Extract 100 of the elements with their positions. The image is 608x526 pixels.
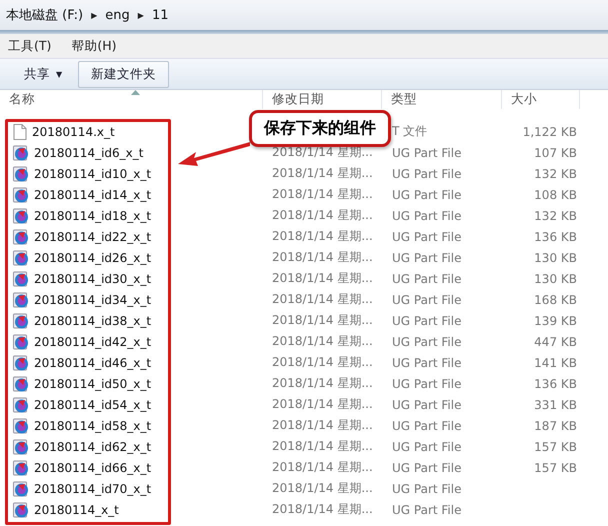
new-folder-button[interactable]: 新建文件夹 bbox=[78, 60, 170, 88]
modified-date: 2018/1/14 星期... bbox=[272, 270, 374, 287]
column-header[interactable]: 名称 bbox=[0, 90, 263, 109]
file-name[interactable]: 20180114_id6_x_t bbox=[34, 146, 144, 160]
callout-label: 保存下来的组件 bbox=[249, 110, 391, 147]
file-size: 136 KB bbox=[533, 230, 577, 244]
file-size: 136 KB bbox=[533, 376, 577, 390]
part-file-icon bbox=[13, 166, 29, 182]
part-file-icon bbox=[13, 480, 29, 496]
file-size: 130 KB bbox=[533, 250, 577, 264]
file-name[interactable]: 20180114_id50_x_t bbox=[34, 376, 152, 390]
modified-date: 2018/1/14 星期... bbox=[272, 480, 374, 497]
breadcrumb[interactable]: eng bbox=[105, 8, 130, 22]
file-type: UG Part File bbox=[392, 356, 462, 370]
file-name[interactable]: 20180114_id18_x_t bbox=[34, 208, 152, 222]
file-size: 447 KB bbox=[533, 334, 577, 348]
file-size: 187 KB bbox=[533, 418, 577, 432]
file-size: 130 KB bbox=[533, 272, 577, 286]
file-type: UG Part File bbox=[392, 398, 462, 412]
modified-date: 2018/1/14 星期... bbox=[272, 438, 374, 455]
file-type: UG Part File bbox=[392, 230, 462, 244]
file-name[interactable]: 20180114.x_t bbox=[32, 124, 115, 138]
file-type: T 文件 bbox=[392, 123, 428, 140]
breadcrumb[interactable]: 本地磁盘 (F:) bbox=[6, 6, 84, 24]
modified-date: 2018/1/14 星期... bbox=[272, 228, 374, 245]
menu-item[interactable]: 帮助(H) bbox=[71, 38, 117, 54]
part-file-icon bbox=[13, 354, 29, 370]
modified-date: 2018/1/14 星期... bbox=[272, 501, 374, 518]
file-name[interactable]: 20180114_id14_x_t bbox=[34, 188, 152, 202]
file-name[interactable]: 20180114_id70_x_t bbox=[34, 482, 152, 496]
part-file-icon bbox=[13, 460, 29, 476]
modified-date: 2018/1/14 星期... bbox=[272, 312, 374, 329]
file-name[interactable]: 20180114_id30_x_t bbox=[34, 272, 152, 286]
file-name[interactable]: 20180114_id58_x_t bbox=[34, 418, 152, 432]
file-name[interactable]: 20180114_id26_x_t bbox=[34, 250, 152, 264]
part-file-icon bbox=[13, 396, 29, 412]
file-name[interactable]: 20180114_id34_x_t bbox=[34, 292, 152, 306]
file-type: UG Part File bbox=[392, 334, 462, 348]
caret-icon: ▼ bbox=[56, 70, 62, 78]
file-type: UG Part File bbox=[392, 292, 462, 306]
file-name[interactable]: 20180114_id66_x_t bbox=[34, 460, 152, 474]
share-dropdown[interactable]: 共享 ▼ bbox=[22, 62, 64, 86]
file-type: UG Part File bbox=[392, 482, 462, 496]
part-file-icon bbox=[13, 144, 29, 160]
file-type: UG Part File bbox=[392, 272, 462, 286]
file-type: UG Part File bbox=[392, 146, 462, 160]
part-file-icon bbox=[13, 186, 29, 202]
file-size: 108 KB bbox=[533, 188, 577, 202]
part-file-icon bbox=[13, 292, 29, 308]
modified-date: 2018/1/14 星期... bbox=[272, 354, 374, 371]
file-size: 331 KB bbox=[533, 398, 577, 412]
column-header[interactable]: 修改日期 bbox=[263, 90, 382, 109]
modified-date: 2018/1/14 星期... bbox=[272, 165, 374, 182]
file-type: UG Part File bbox=[392, 460, 462, 474]
column-header[interactable]: 类型 bbox=[382, 90, 502, 109]
file-name[interactable]: 20180114_x_t bbox=[34, 502, 119, 516]
file-name[interactable]: 20180114_id42_x_t bbox=[34, 334, 152, 348]
document-icon bbox=[13, 124, 27, 140]
part-file-icon bbox=[13, 418, 29, 434]
part-file-icon bbox=[13, 208, 29, 224]
file-type: UG Part File bbox=[392, 418, 462, 432]
part-file-icon bbox=[13, 312, 29, 328]
breadcrumb[interactable]: 11 bbox=[152, 8, 168, 22]
file-type: UG Part File bbox=[392, 502, 462, 516]
modified-date: 2018/1/14 星期... bbox=[272, 207, 374, 224]
part-file-icon bbox=[13, 502, 29, 518]
file-name[interactable]: 20180114_id54_x_t bbox=[34, 398, 152, 412]
file-size: 1,122 KB bbox=[522, 124, 577, 138]
file-type: UG Part File bbox=[392, 314, 462, 328]
file-size: 168 KB bbox=[533, 292, 577, 306]
file-size: 132 KB bbox=[533, 166, 577, 180]
part-file-icon bbox=[13, 270, 29, 286]
file-name[interactable]: 20180114_id38_x_t bbox=[34, 314, 152, 328]
file-size: 157 KB bbox=[533, 460, 577, 474]
file-size: 107 KB bbox=[533, 146, 577, 160]
part-file-icon bbox=[13, 438, 29, 454]
file-name[interactable]: 20180114_id10_x_t bbox=[34, 166, 152, 180]
part-file-icon bbox=[13, 250, 29, 266]
address-bar[interactable]: 本地磁盘 (F:) ▶ eng ▶ 11 bbox=[0, 0, 608, 30]
part-file-icon bbox=[13, 228, 29, 244]
file-name[interactable]: 20180114_id22_x_t bbox=[34, 230, 152, 244]
file-type: UG Part File bbox=[392, 208, 462, 222]
chevron-icon: ▶ bbox=[91, 10, 98, 20]
file-size: 157 KB bbox=[533, 440, 577, 454]
file-size: 132 KB bbox=[533, 208, 577, 222]
modified-date: 2018/1/14 星期... bbox=[272, 375, 374, 392]
part-file-icon bbox=[13, 376, 29, 392]
column-header[interactable]: 大小 bbox=[502, 90, 580, 109]
modified-date: 2018/1/14 星期... bbox=[272, 249, 374, 266]
menu-item[interactable]: 工具(T) bbox=[8, 38, 52, 54]
file-size: 141 KB bbox=[533, 356, 577, 370]
file-type: UG Part File bbox=[392, 376, 462, 390]
file-type: UG Part File bbox=[392, 250, 462, 264]
file-name[interactable]: 20180114_id46_x_t bbox=[34, 356, 152, 370]
modified-date: 2018/1/14 星期... bbox=[272, 333, 374, 350]
file-type: UG Part File bbox=[392, 166, 462, 180]
file-name[interactable]: 20180114_id62_x_t bbox=[34, 440, 152, 454]
file-type: UG Part File bbox=[392, 188, 462, 202]
file-type: UG Part File bbox=[392, 440, 462, 454]
modified-date: 2018/1/14 星期... bbox=[272, 396, 374, 413]
